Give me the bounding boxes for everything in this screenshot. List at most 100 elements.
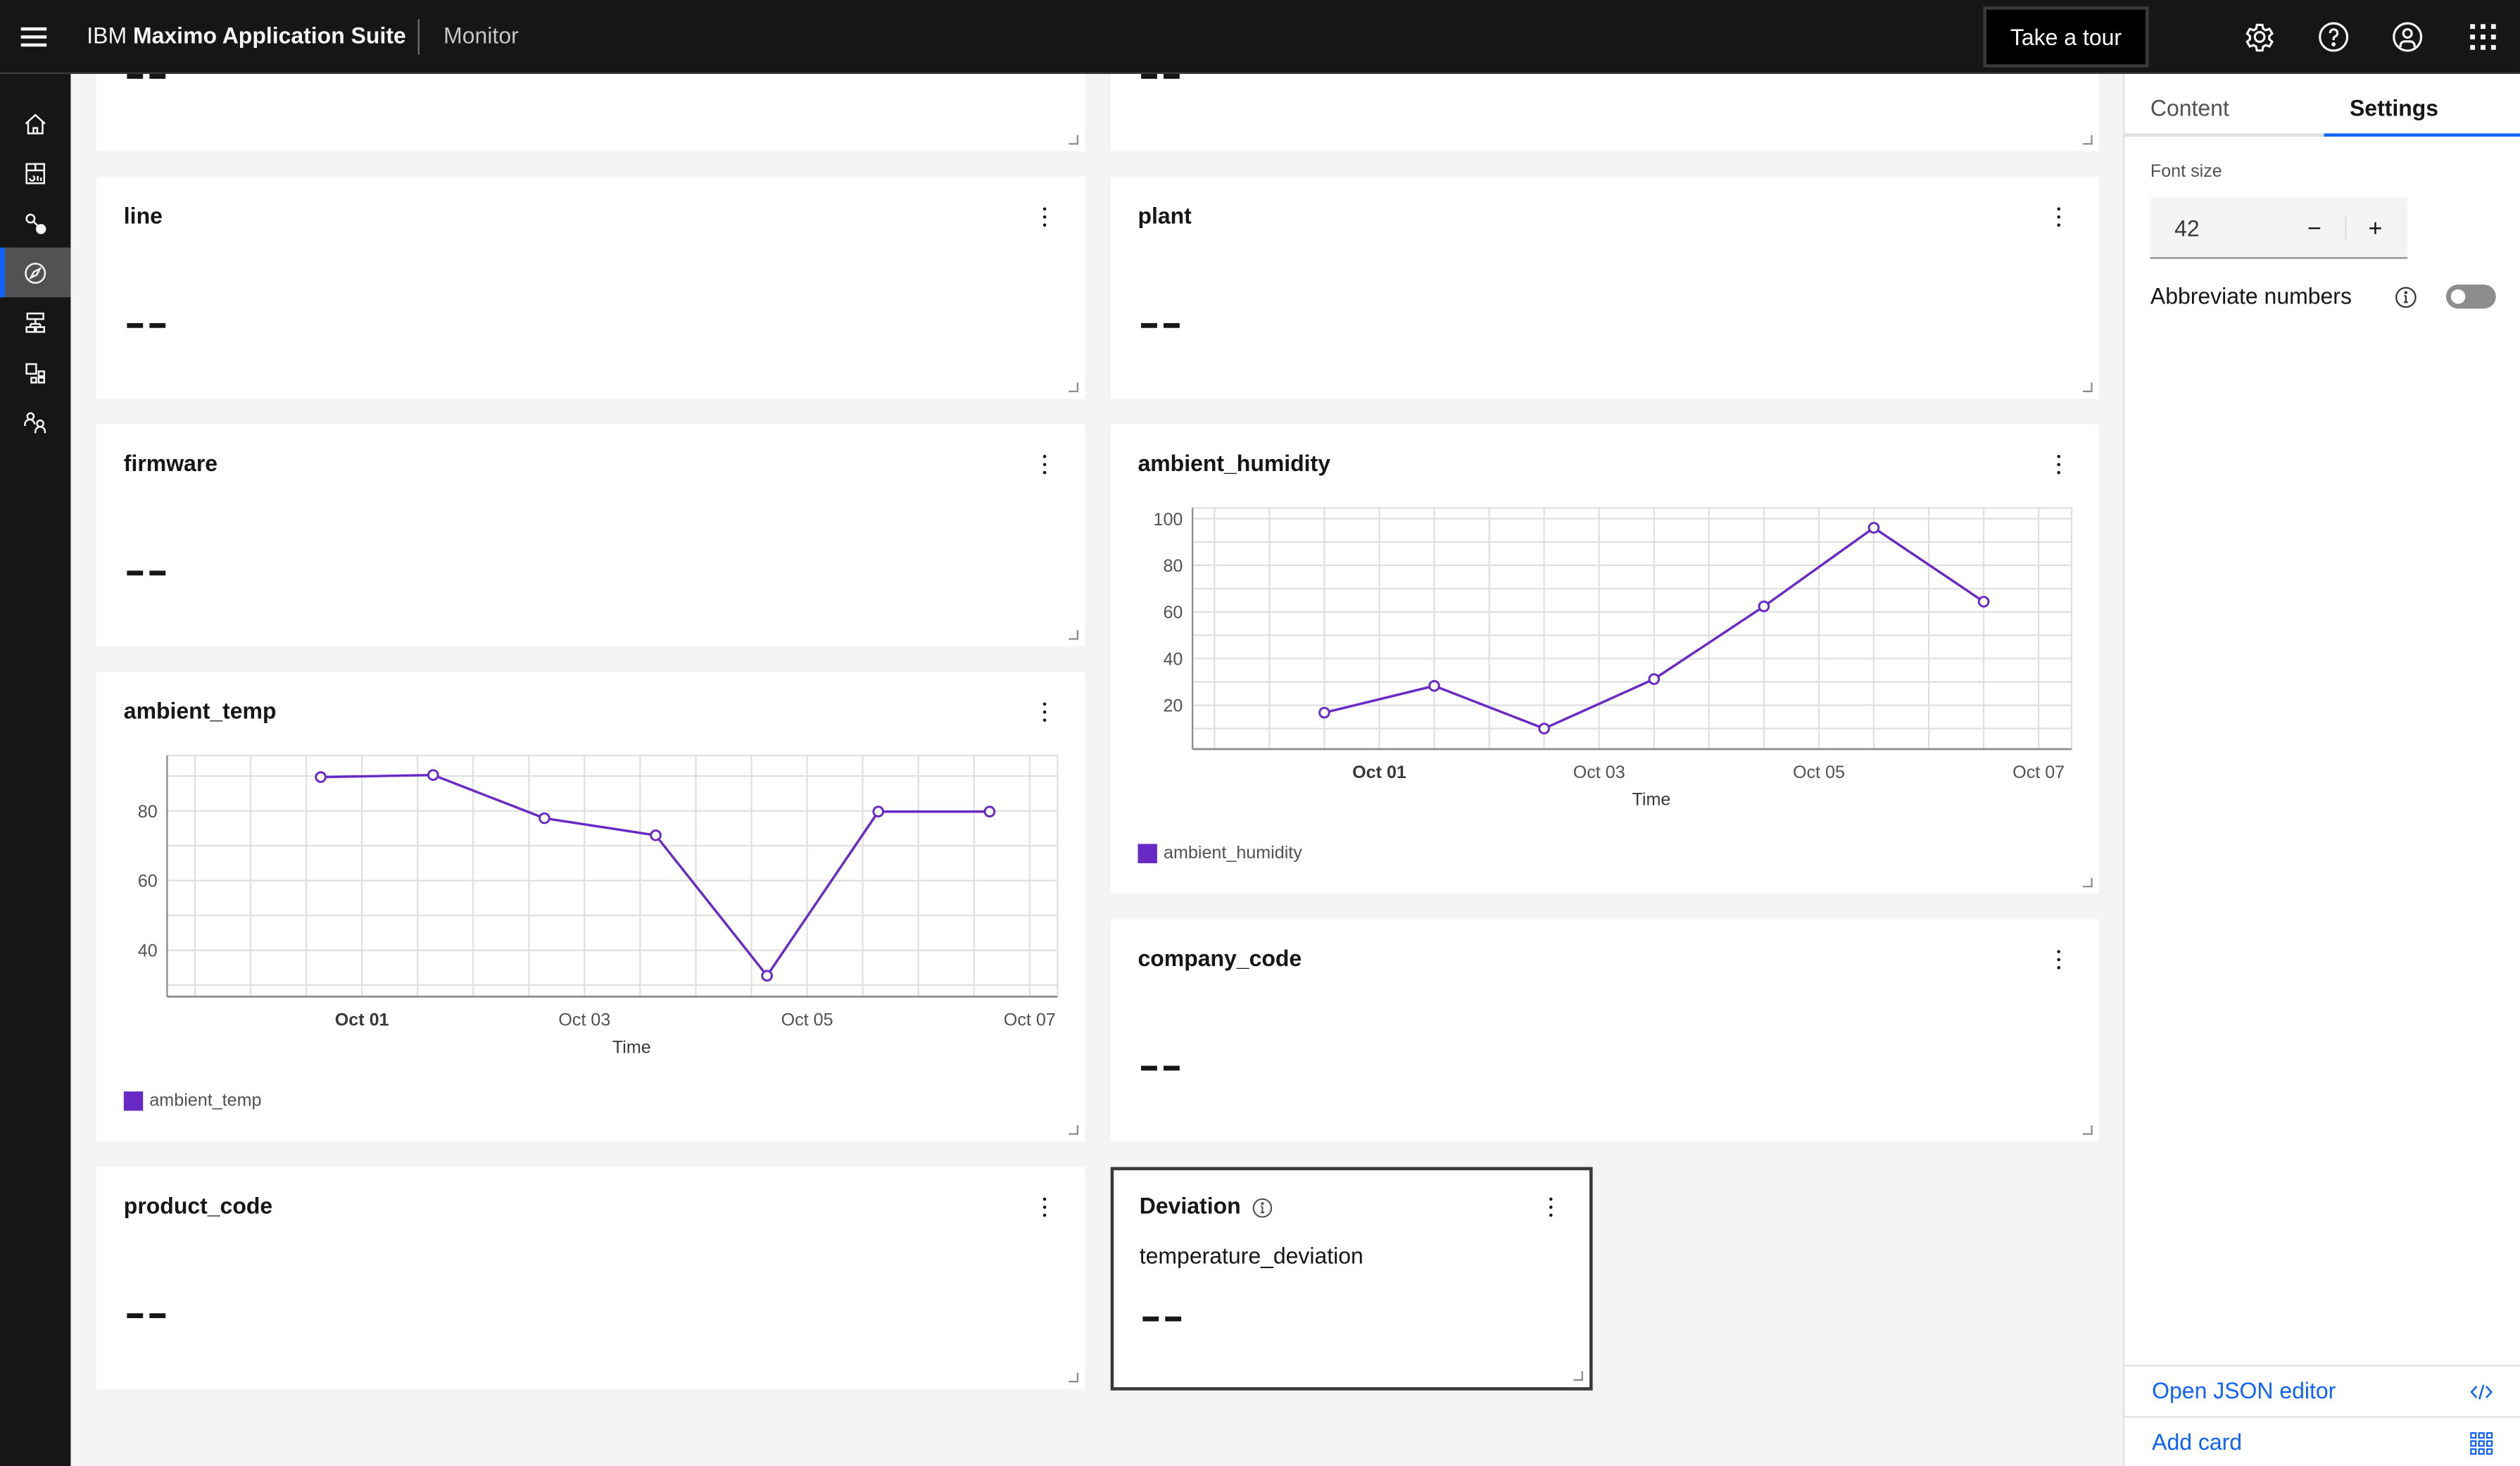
- overflow-menu-icon[interactable]: [1037, 204, 1053, 230]
- resize-handle[interactable]: [2082, 877, 2093, 888]
- card-value-empty: [1141, 322, 1180, 328]
- font-size-stepper[interactable]: 42 − +: [2150, 197, 2408, 259]
- data-point: [1318, 706, 1330, 719]
- x-tick-label: Oct 07: [2012, 763, 2065, 782]
- card-title: plant: [1138, 202, 1192, 229]
- y-tick-label: 40: [138, 941, 158, 961]
- x-tick-label: Oct 05: [781, 1010, 833, 1029]
- overflow-menu-icon[interactable]: [1037, 1194, 1053, 1220]
- decrement-button[interactable]: −: [2286, 198, 2343, 259]
- x-tick-label: Oct 03: [1573, 763, 1625, 782]
- take-a-tour-button[interactable]: Take a tour: [1983, 6, 2149, 68]
- card-top-right[interactable]: [1110, 74, 2099, 151]
- nav-item-home[interactable]: [0, 98, 70, 148]
- add-card-link[interactable]: Add card: [2124, 1416, 2520, 1466]
- card-line[interactable]: line: [96, 177, 1085, 399]
- tab-label: Settings: [2349, 94, 2439, 121]
- card-settings-panel: Content Settings Font size 42 − + Abbrev…: [2123, 74, 2520, 1466]
- card-title: line: [123, 202, 163, 229]
- nav-item-connect[interactable]: [0, 198, 70, 248]
- card-ambient-temp[interactable]: ambient_temp 40 60 80 Oct 01 Oct 03 Oct 05 Oct…: [96, 672, 1085, 1141]
- data-point: [1648, 673, 1661, 685]
- legend-swatch: [1138, 844, 1157, 863]
- x-tick-label: Oct 03: [558, 1010, 610, 1029]
- brand-title[interactable]: IBM Maximo Application Suite: [87, 23, 405, 49]
- x-axis-title: Time: [612, 1037, 651, 1057]
- tab-settings[interactable]: Settings: [2324, 74, 2520, 137]
- data-point: [872, 806, 885, 817]
- font-size-value[interactable]: 42: [2174, 215, 2200, 242]
- legend-label: ambient_temp: [149, 1091, 262, 1111]
- x-tick-label: Oct 01: [335, 1010, 389, 1029]
- resize-handle[interactable]: [1069, 1372, 1079, 1383]
- card-subtitle: temperature_deviation: [1139, 1242, 1363, 1269]
- card-value-empty: [1142, 1316, 1182, 1322]
- nav-item-hierarchy[interactable]: [0, 297, 70, 347]
- settings-icon[interactable]: [2241, 18, 2279, 56]
- nav-item-dashboards[interactable]: [0, 148, 70, 198]
- resize-handle[interactable]: [1069, 134, 1079, 145]
- x-tick-label: Oct 07: [1004, 1010, 1056, 1029]
- resize-handle[interactable]: [1069, 382, 1079, 393]
- data-point: [315, 771, 327, 783]
- user-avatar-icon[interactable]: [2388, 18, 2427, 56]
- plot-area: [166, 754, 1059, 998]
- app-switcher-icon[interactable]: [2464, 18, 2502, 56]
- overflow-menu-icon[interactable]: [1543, 1194, 1559, 1220]
- top-header: IBM Maximo Application Suite Monitor Tak…: [0, 0, 2520, 75]
- resize-handle[interactable]: [2082, 1125, 2093, 1135]
- resize-handle[interactable]: [1069, 1125, 1079, 1135]
- ambient-humidity-chart: 20 40 60 80 100 Oct 01 Oct 03 Oct 05 Oct 07 Time: [1153, 507, 2073, 810]
- card-title: firmware: [123, 450, 218, 476]
- increment-button[interactable]: +: [2346, 198, 2404, 259]
- open-json-editor-label: Open JSON editor: [2152, 1377, 2336, 1403]
- info-icon[interactable]: [1252, 1198, 1273, 1219]
- overflow-menu-icon[interactable]: [2050, 204, 2067, 230]
- card-value-empty: [127, 322, 166, 328]
- nav-item-apps[interactable]: [0, 347, 70, 397]
- data-point: [427, 769, 439, 782]
- tab-content[interactable]: Content: [2124, 74, 2324, 137]
- overflow-menu-icon[interactable]: [2050, 947, 2067, 973]
- resize-handle[interactable]: [2082, 382, 2093, 393]
- chart-legend[interactable]: ambient_humidity: [1138, 844, 1302, 863]
- chart-legend[interactable]: ambient_temp: [123, 1091, 262, 1111]
- tab-label: Content: [2150, 94, 2229, 121]
- card-plant[interactable]: plant: [1110, 177, 2099, 399]
- users-icon: [24, 411, 46, 433]
- card-ambient-humidity[interactable]: ambient_humidity 20 40 60 80 100 Oct 01 Oct 03…: [1110, 424, 2099, 894]
- resize-handle[interactable]: [1069, 629, 1079, 640]
- card-firmware[interactable]: firmware: [96, 424, 1085, 646]
- x-tick-label: Oct 01: [1352, 763, 1406, 782]
- font-size-label: Font size: [2150, 162, 2222, 182]
- resize-handle[interactable]: [1573, 1371, 1583, 1382]
- data-point: [761, 970, 773, 982]
- card-deviation[interactable]: Deviation temperature_deviation: [1110, 1167, 1593, 1391]
- code-icon: [2470, 1384, 2493, 1400]
- data-point: [1428, 679, 1440, 692]
- nav-item-monitor[interactable]: [0, 247, 71, 298]
- dashboard-icon: [25, 162, 46, 184]
- open-json-editor-link[interactable]: Open JSON editor: [2124, 1365, 2520, 1415]
- card-product-code[interactable]: product_code: [96, 1167, 1085, 1389]
- card-value-empty: [1141, 74, 1180, 79]
- card-value-empty: [127, 1313, 166, 1318]
- y-tick-label: 60: [138, 872, 158, 891]
- abbreviate-numbers-toggle[interactable]: [2445, 284, 2496, 309]
- header-divider: [417, 19, 420, 55]
- brand-prefix: IBM: [87, 22, 127, 49]
- data-point: [538, 812, 550, 825]
- card-title: company_code: [1138, 945, 1302, 971]
- info-icon[interactable]: [2395, 286, 2417, 308]
- nav-item-users[interactable]: [0, 397, 70, 447]
- hierarchy-icon: [25, 311, 46, 332]
- y-tick-label: 40: [1163, 649, 1183, 669]
- menu-icon[interactable]: [18, 21, 50, 54]
- overflow-menu-icon[interactable]: [1037, 451, 1053, 477]
- resize-handle[interactable]: [2082, 134, 2093, 145]
- card-top-left[interactable]: [96, 74, 1085, 151]
- data-point: [983, 806, 996, 817]
- card-company-code[interactable]: company_code: [1110, 919, 2099, 1141]
- help-icon[interactable]: [2314, 18, 2353, 56]
- card-value-empty: [1141, 1065, 1180, 1071]
